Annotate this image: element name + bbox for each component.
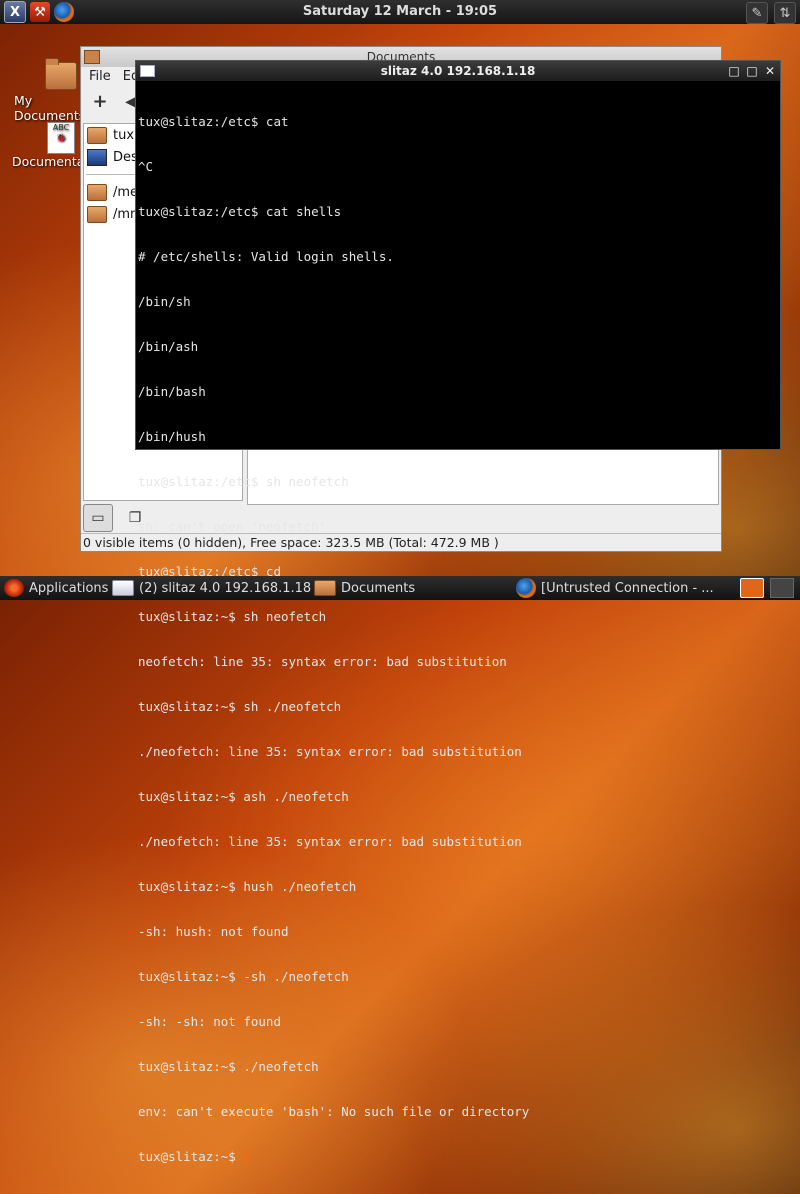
task-button-terminal[interactable]: (2) slitaz 4.0 192.168.1.18 (112, 576, 311, 600)
terminal-titlebar[interactable]: slitaz 4.0 192.168.1.18 □ □ ✕ (136, 61, 780, 81)
task-button-firefox[interactable]: [Untrusted Connection - ... (516, 576, 714, 600)
terminal-line: ./neofetch: line 35: syntax error: bad s… (138, 834, 522, 849)
folder-icon (87, 183, 107, 201)
task-button-documents[interactable]: Documents (314, 576, 415, 600)
terminal-icon (140, 65, 155, 77)
terminal-line: tux@slitaz:~$ ./neofetch (138, 1059, 319, 1074)
x-logo-icon[interactable]: X (4, 1, 26, 23)
terminal-line: env: can't execute 'bash': No such file … (138, 1104, 530, 1119)
network-icon[interactable]: ⇅ (774, 2, 796, 24)
maximize-button[interactable]: □ (746, 61, 758, 81)
window-title: slitaz 4.0 192.168.1.18 (380, 64, 536, 78)
task-label: Documents (341, 580, 416, 596)
terminal-line: /bin/hush (138, 429, 206, 444)
terminal-line: neofetch: line 35: syntax error: bad sub… (138, 654, 507, 669)
pen-icon[interactable]: ✎ (746, 2, 768, 24)
menu-file[interactable]: File (89, 67, 111, 87)
terminal-line: sh: can't open 'neofetch' (138, 519, 327, 534)
terminal-line: tux@slitaz:~$ sh neofetch (138, 609, 327, 624)
sidebar-item-label: tux (113, 127, 135, 143)
clock[interactable]: Saturday 12 March - 19:05 (0, 4, 800, 19)
desktop-icon (87, 148, 107, 166)
terminal-line: tux@slitaz:~$ -sh ./neofetch (138, 969, 349, 984)
close-button[interactable]: ✕ (764, 61, 776, 81)
terminal-prompt: tux@slitaz:~$ (138, 1149, 244, 1164)
terminal-line: tux@slitaz:~$ ash ./neofetch (138, 789, 349, 804)
folder-icon (87, 126, 107, 144)
folder-icon (45, 58, 77, 90)
top-panel: X ⚒ Saturday 12 March - 19:05 ✎ ⇅ (0, 0, 800, 24)
terminal-prompt-line[interactable]: tux@slitaz:~$ (138, 1149, 778, 1164)
terminal-window: slitaz 4.0 192.168.1.18 □ □ ✕ tux@slitaz… (135, 60, 781, 1164)
applications-icon (4, 579, 24, 597)
new-tab-plus-icon[interactable]: + (89, 90, 111, 112)
terminal-icon (112, 580, 134, 596)
firefox-icon (516, 578, 536, 598)
terminal-line: -sh: hush: not found (138, 924, 289, 939)
terminal-line: tux@slitaz:/etc$ cat (138, 114, 289, 129)
terminal-line: /bin/bash (138, 384, 206, 399)
applications-menu-button[interactable]: Applications (4, 576, 108, 600)
terminal-line: tux@slitaz:/etc$ cat shells (138, 204, 342, 219)
terminal-line: tux@slitaz:~$ sh ./neofetch (138, 699, 342, 714)
minimize-button[interactable]: □ (728, 61, 740, 81)
document-icon: ABC 🐞 (47, 122, 75, 154)
terminal-line: /bin/sh (138, 294, 191, 309)
terminal-output[interactable]: tux@slitaz:/etc$ cat ^C tux@slitaz:/etc$… (136, 81, 780, 1194)
tools-icon[interactable]: ⚒ (30, 2, 50, 22)
tray-network-icon[interactable] (770, 578, 794, 598)
task-label: (2) slitaz 4.0 192.168.1.18 (139, 580, 312, 596)
terminal-line: /bin/ash (138, 339, 199, 354)
terminal-line: tux@slitaz:/etc$ sh neofetch (138, 474, 349, 489)
terminal-line: tux@slitaz:~$ hush ./neofetch (138, 879, 357, 894)
text-cursor (243, 1151, 251, 1164)
terminal-line: ./neofetch: line 35: syntax error: bad s… (138, 744, 522, 759)
terminal-line: -sh: -sh: not found (138, 1014, 281, 1029)
terminal-line: # /etc/shells: Valid login shells. (138, 249, 394, 264)
folder-icon (314, 580, 336, 596)
tray-app-icon[interactable] (740, 578, 764, 598)
places-pane-drive-icon[interactable]: ▭ (83, 504, 113, 532)
folder-icon (87, 205, 107, 223)
firefox-icon[interactable] (54, 2, 74, 22)
applications-label: Applications (29, 580, 109, 596)
system-tray (740, 578, 794, 598)
task-label: [Untrusted Connection - ... (541, 580, 714, 596)
terminal-line: ^C (138, 159, 154, 174)
folder-icon (84, 50, 100, 64)
window-controls: □ □ ✕ (728, 61, 776, 81)
taskbar: Applications (2) slitaz 4.0 192.168.1.18… (0, 576, 800, 600)
